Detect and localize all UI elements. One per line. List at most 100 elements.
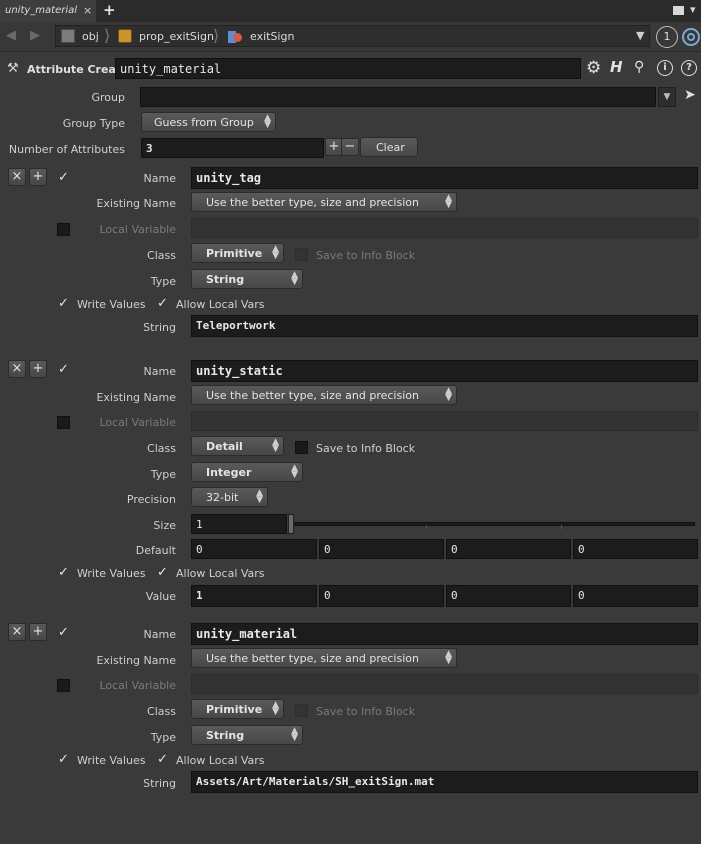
- search-icon[interactable]: ⚲: [634, 59, 644, 75]
- attr-name-input[interactable]: unity_tag: [191, 167, 698, 189]
- type-menu[interactable]: String ▲ ▼: [191, 269, 303, 289]
- help-h-icon[interactable]: H: [610, 58, 623, 76]
- gear-icon[interactable]: ⚙: [586, 58, 601, 78]
- num-attrs-input[interactable]: 3: [141, 138, 324, 158]
- value-4[interactable]: 0: [573, 585, 698, 607]
- spinner-icon: ▲ ▼: [291, 726, 298, 743]
- type-menu[interactable]: String ▲ ▼: [191, 725, 303, 745]
- default-value-4[interactable]: 0: [573, 539, 698, 559]
- type-label: Type: [150, 468, 176, 481]
- remove-attr-button[interactable]: ×: [8, 360, 26, 378]
- value-2[interactable]: 0: [319, 585, 444, 607]
- existing-name-menu[interactable]: Use the better type, size and precision …: [191, 648, 457, 668]
- info-icon[interactable]: i: [657, 60, 673, 76]
- local-variable-label: Local Variable: [99, 679, 176, 692]
- size-slider-track[interactable]: [292, 522, 695, 529]
- new-tab-icon[interactable]: +: [103, 1, 116, 19]
- group-type-label: Group Type: [62, 117, 125, 130]
- tab-close-icon[interactable]: ×: [83, 4, 92, 17]
- crumb-prop-exitsign[interactable]: prop_exitSign: [139, 30, 214, 43]
- class-menu[interactable]: Primitive ▲ ▼: [191, 243, 284, 263]
- group-dropdown-icon[interactable]: ▼: [658, 87, 676, 107]
- remove-attr-button[interactable]: ×: [8, 623, 26, 641]
- size-slider-handle[interactable]: [288, 514, 294, 534]
- attr-enable-checkbox[interactable]: ✓: [58, 362, 69, 377]
- help-icon[interactable]: ?: [681, 60, 697, 76]
- write-values-label: Write Values: [77, 298, 146, 311]
- default-value-2[interactable]: 0: [319, 539, 444, 559]
- attr-enable-checkbox[interactable]: ✓: [58, 170, 69, 185]
- class-menu[interactable]: Primitive ▲ ▼: [191, 699, 284, 719]
- class-value: Primitive: [206, 247, 263, 260]
- spinner-icon: ▲ ▼: [445, 649, 452, 666]
- attr-name-input[interactable]: unity_static: [191, 360, 698, 382]
- add-attr-button[interactable]: +: [29, 360, 47, 378]
- local-variable-checkbox[interactable]: [57, 223, 70, 236]
- string-value-input[interactable]: Teleportwork: [191, 315, 698, 337]
- forward-arrow-icon[interactable]: ▶: [30, 28, 40, 43]
- group-input[interactable]: [140, 87, 656, 107]
- spinner-icon: ▲ ▼: [264, 113, 271, 130]
- class-label: Class: [147, 442, 176, 455]
- class-label: Class: [147, 705, 176, 718]
- tab-title: unity_material: [5, 5, 78, 16]
- save-info-checkbox[interactable]: [295, 441, 308, 454]
- allow-local-vars-checkbox[interactable]: ✓: [157, 565, 168, 580]
- class-menu[interactable]: Detail ▲ ▼: [191, 436, 284, 456]
- attr-enable-checkbox[interactable]: ✓: [58, 625, 69, 640]
- write-values-checkbox[interactable]: ✓: [58, 752, 69, 767]
- local-variable-checkbox[interactable]: [57, 679, 70, 692]
- default-value-3[interactable]: 0: [446, 539, 571, 559]
- add-attr-button[interactable]: +: [29, 168, 47, 186]
- existing-name-menu[interactable]: Use the better type, size and precision …: [191, 192, 457, 212]
- sop-network-icon: [228, 29, 243, 44]
- crumb-separator-icon: ⟩: [213, 26, 220, 45]
- allow-local-vars-label: Allow Local Vars: [176, 754, 265, 767]
- local-variable-input: [191, 674, 698, 694]
- num-attrs-minus-button[interactable]: −: [341, 138, 359, 156]
- value-label: Value: [145, 590, 176, 603]
- class-label: Class: [147, 249, 176, 262]
- local-variable-checkbox[interactable]: [57, 416, 70, 429]
- clear-button[interactable]: Clear: [360, 137, 418, 157]
- string-value-input[interactable]: Assets/Art/Materials/SH_exitSign.mat: [191, 771, 698, 793]
- write-values-checkbox[interactable]: ✓: [58, 565, 69, 580]
- type-value: String: [206, 729, 245, 742]
- write-values-checkbox[interactable]: ✓: [58, 296, 69, 311]
- value-3[interactable]: 0: [446, 585, 571, 607]
- allow-local-vars-checkbox[interactable]: ✓: [157, 752, 168, 767]
- type-menu[interactable]: Integer ▲ ▼: [191, 462, 303, 482]
- precision-menu[interactable]: 32-bit ▲ ▼: [191, 487, 268, 507]
- value-1[interactable]: 1: [191, 585, 317, 607]
- pin-icon[interactable]: 1: [656, 26, 678, 48]
- default-value-1[interactable]: 0: [191, 539, 317, 559]
- default-label: Default: [135, 544, 176, 557]
- size-input[interactable]: 1: [191, 514, 287, 534]
- type-label: Type: [150, 275, 176, 288]
- group-type-menu[interactable]: Guess from Group ▲ ▼: [141, 112, 276, 132]
- node-name-input[interactable]: unity_material: [115, 58, 581, 79]
- class-value: Detail: [206, 440, 243, 453]
- link-icon[interactable]: [682, 28, 700, 46]
- back-arrow-icon[interactable]: ◀: [6, 28, 16, 43]
- local-variable-label: Local Variable: [99, 416, 176, 429]
- select-arrow-icon[interactable]: ➤: [684, 87, 696, 103]
- remove-attr-button[interactable]: ×: [8, 168, 26, 186]
- existing-name-label: Existing Name: [96, 197, 176, 210]
- spinner-icon: ▲ ▼: [272, 244, 279, 261]
- node-type-icon[interactable]: ⚒: [7, 61, 19, 76]
- existing-name-menu[interactable]: Use the better type, size and precision …: [191, 385, 457, 405]
- crumb-exitsign[interactable]: exitSign: [250, 30, 294, 43]
- crumb-obj[interactable]: obj: [82, 30, 99, 43]
- tab-unity-material[interactable]: unity_material ×: [0, 0, 96, 22]
- spinner-icon: ▲ ▼: [272, 437, 279, 454]
- window-menu-icon[interactable]: [673, 6, 684, 15]
- add-attr-button[interactable]: +: [29, 623, 47, 641]
- attr-name-input[interactable]: unity_material: [191, 623, 698, 645]
- allow-local-vars-checkbox[interactable]: ✓: [157, 296, 168, 311]
- path-dropdown-icon[interactable]: ▼: [636, 29, 644, 42]
- existing-name-value: Use the better type, size and precision: [206, 652, 419, 665]
- string-label: String: [143, 321, 176, 334]
- save-info-label: Save to Info Block: [316, 249, 416, 262]
- chevron-down-icon[interactable]: ▾: [690, 3, 696, 16]
